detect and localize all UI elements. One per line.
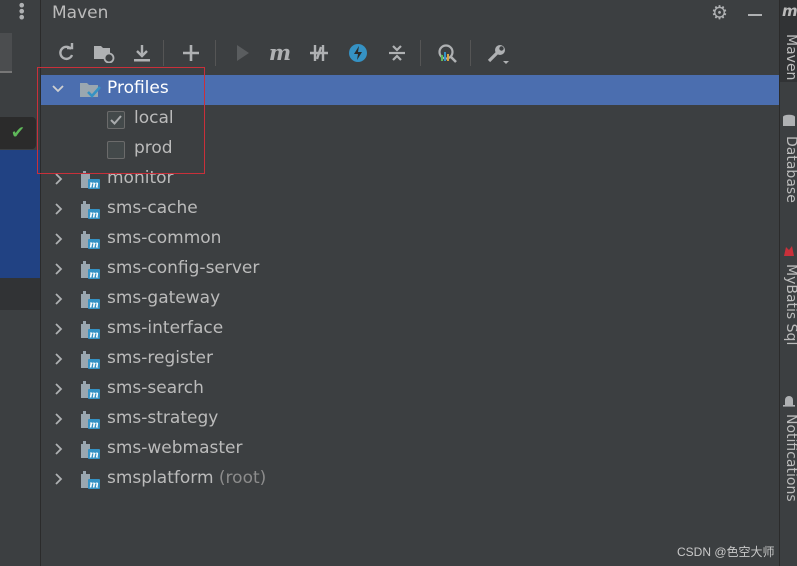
chevron-right-icon[interactable] xyxy=(51,472,65,486)
svg-text:m: m xyxy=(89,331,99,341)
mybatis-icon xyxy=(784,246,794,256)
svg-text:m: m xyxy=(89,361,99,371)
collapse-all-icon[interactable] xyxy=(384,40,410,66)
tree-row-label: sms-gateway xyxy=(107,288,220,308)
chevron-right-icon[interactable] xyxy=(51,232,65,246)
chevron-right-icon[interactable] xyxy=(51,442,65,456)
tree-row-module[interactable]: m sms-strategy xyxy=(41,405,780,435)
tree-row-label: sms-strategy xyxy=(107,408,218,428)
tree-row-label: sms-config-server xyxy=(107,258,259,278)
tree-row-label: sms-webmaster xyxy=(107,438,243,458)
module-name: sms-cache xyxy=(107,198,198,218)
tree-row-label: sms-register xyxy=(107,348,213,368)
tab-label: Notifications xyxy=(783,414,797,502)
chevron-right-icon[interactable] xyxy=(51,202,65,216)
tree-row-label: sms-search xyxy=(107,378,204,398)
chevron-right-icon[interactable] xyxy=(51,172,65,186)
add-maven-projects-icon[interactable] xyxy=(90,40,116,66)
download-icon[interactable] xyxy=(129,40,155,66)
tree-row-module[interactable]: m sms-common xyxy=(41,225,780,255)
module-name: sms-common xyxy=(107,228,222,248)
left-editor-strip: • • • ✔ xyxy=(0,0,40,566)
svg-text:m: m xyxy=(89,301,99,311)
chevron-right-icon[interactable] xyxy=(51,412,65,426)
highlight-box xyxy=(37,67,205,174)
tab-label: Maven xyxy=(783,34,797,81)
tree-row-root-project[interactable]: m smsplatform (root) xyxy=(41,465,780,495)
database-icon xyxy=(783,114,795,126)
editor-fragment xyxy=(0,278,40,310)
execute-goal-icon[interactable]: m xyxy=(267,40,293,66)
tree-row-module[interactable]: m sms-config-server xyxy=(41,255,780,285)
tree-row-module[interactable]: m sms-webmaster xyxy=(41,435,780,465)
maven-title: Maven xyxy=(52,3,109,23)
selected-editor-fragment xyxy=(0,150,40,278)
toggle-offline-icon[interactable] xyxy=(306,40,332,66)
chevron-right-icon[interactable] xyxy=(51,322,65,336)
svg-text:m: m xyxy=(89,271,99,281)
module-name: sms-strategy xyxy=(107,408,219,428)
check-icon[interactable]: ✔ xyxy=(0,117,36,149)
tree-row-module[interactable]: m sms-cache xyxy=(41,195,780,225)
maven-module-icon: m xyxy=(81,411,100,431)
root-suffix: (root) xyxy=(218,468,267,488)
module-name: sms-gateway xyxy=(107,288,221,308)
maven-module-icon: m xyxy=(81,381,100,401)
module-name: sms-config-server xyxy=(107,258,260,278)
svg-text:m: m xyxy=(89,451,99,461)
tab-database[interactable]: Database xyxy=(780,110,797,220)
watermark: CSDN @色空大师 xyxy=(677,545,775,559)
maven-module-icon: m xyxy=(81,351,100,371)
module-name: sms-search xyxy=(107,378,204,398)
maven-module-icon: m xyxy=(81,471,100,491)
svg-text:m: m xyxy=(89,241,99,251)
tree-row-module[interactable]: m sms-register xyxy=(41,345,780,375)
maven-icon: m xyxy=(782,2,797,20)
maven-module-icon: m xyxy=(81,201,100,221)
maven-module-icon: m xyxy=(81,441,100,461)
tree-row-module[interactable]: m sms-interface xyxy=(41,315,780,345)
tree-row-module[interactable]: m sms-gateway xyxy=(41,285,780,315)
analyze-dependencies-icon[interactable] xyxy=(433,40,459,66)
chevron-right-icon[interactable] xyxy=(51,262,65,276)
maven-module-icon: m xyxy=(81,291,100,311)
tree-row-label: sms-interface xyxy=(107,318,223,338)
settings-wrench-icon[interactable] xyxy=(483,40,509,66)
tree-row-label: sms-cache xyxy=(107,198,198,218)
reload-icon[interactable] xyxy=(53,40,79,66)
tree-row-label: smsplatform (root) xyxy=(107,468,266,488)
module-name: sms-interface xyxy=(107,318,224,338)
chevron-right-icon[interactable] xyxy=(51,382,65,396)
right-tool-stripe: m Maven Database MyBatis Sql Notificatio… xyxy=(779,0,797,566)
maven-module-icon: m xyxy=(81,321,100,341)
tree-row-module[interactable]: m sms-search xyxy=(41,375,780,405)
more-options-icon[interactable]: • • • xyxy=(17,0,26,26)
bell-icon xyxy=(783,396,795,407)
module-name: sms-webmaster xyxy=(107,438,243,458)
tab-label: Database xyxy=(783,136,797,203)
run-icon[interactable] xyxy=(229,40,255,66)
tab-strip-fragment xyxy=(0,33,12,73)
module-name: sms-register xyxy=(107,348,213,368)
gear-icon[interactable]: ⚙ xyxy=(711,2,728,24)
tab-mybatis-sql[interactable]: MyBatis Sql xyxy=(780,240,797,370)
svg-text:m: m xyxy=(89,211,99,221)
maven-header: Maven ⚙ xyxy=(41,0,780,30)
toggle-skip-tests-icon[interactable] xyxy=(345,40,371,66)
tab-maven[interactable]: m Maven xyxy=(780,0,797,82)
tab-notifications[interactable]: Notifications xyxy=(780,390,797,520)
tab-label: MyBatis Sql xyxy=(783,264,797,346)
svg-text:m: m xyxy=(89,481,99,491)
module-name: smsplatform xyxy=(107,468,214,488)
maven-module-icon: m xyxy=(81,261,100,281)
svg-text:m: m xyxy=(89,421,99,431)
chevron-right-icon[interactable] xyxy=(51,292,65,306)
svg-text:m: m xyxy=(89,181,99,191)
minimize-icon[interactable] xyxy=(748,14,762,16)
tree-row-label: sms-common xyxy=(107,228,221,248)
svg-text:m: m xyxy=(89,391,99,401)
add-icon[interactable] xyxy=(178,40,204,66)
chevron-right-icon[interactable] xyxy=(51,352,65,366)
maven-module-icon: m xyxy=(81,231,100,251)
